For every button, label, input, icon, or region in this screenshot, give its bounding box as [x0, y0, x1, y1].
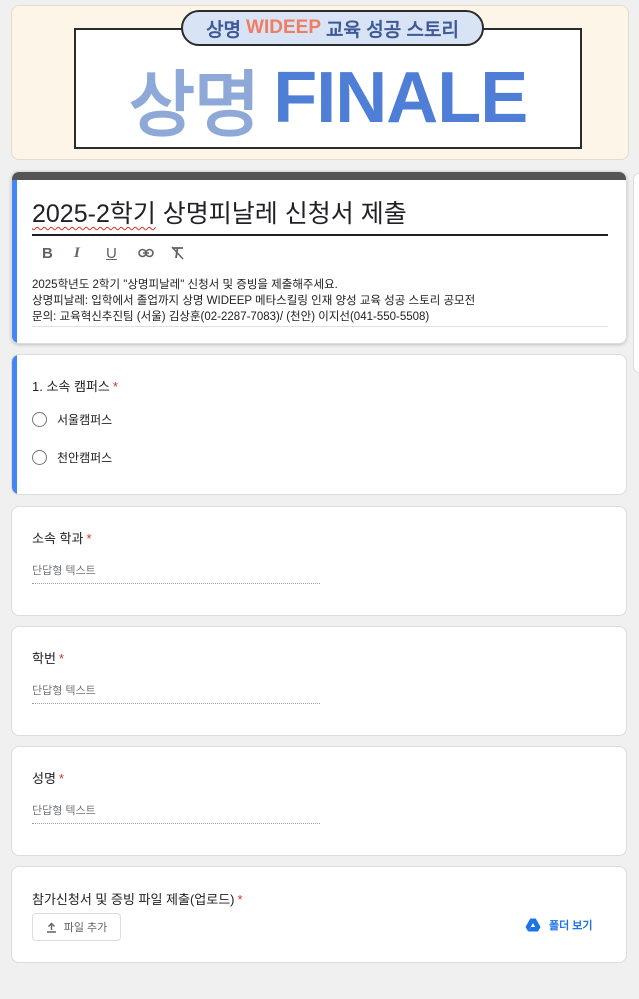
required-mark: *: [237, 892, 243, 907]
banner-title-ko: 상명: [128, 65, 260, 146]
question-title: 학번 *: [32, 648, 64, 667]
add-file-label: 파일 추가: [63, 922, 108, 934]
form-editor-page: 상명 WIDEEP 교육 성공 스토리 상명 FINALE 2025-2학기 상…: [0, 0, 639, 999]
underline-icon: U: [106, 244, 117, 262]
radio-option-cheonan[interactable]: 천안캠퍼스: [32, 449, 112, 466]
short-answer-input[interactable]: [32, 798, 320, 824]
short-answer-input[interactable]: [32, 678, 320, 704]
question-label: 참가신청서 및 증빙 파일 제출(업로드): [32, 892, 235, 907]
banner-subtitle-pre: 상명: [206, 19, 242, 41]
banner-title: 상명 FINALE: [74, 58, 582, 146]
upload-icon: [46, 922, 56, 933]
required-mark: *: [58, 651, 64, 666]
bold-button[interactable]: B: [32, 242, 64, 264]
question-card-department[interactable]: 소속 학과 *: [11, 506, 627, 616]
view-folder-label: 폴더 보기: [549, 920, 593, 932]
banner-subtitle-accent: WIDEEP: [246, 17, 321, 38]
question-label: 소속 학과: [32, 531, 84, 546]
question-title: 참가신청서 및 증빙 파일 제출(업로드) *: [32, 889, 243, 908]
link-button[interactable]: [128, 242, 160, 264]
theme-top-bar: [12, 172, 626, 180]
active-card-indicator: [12, 355, 17, 494]
radio-option-seoul[interactable]: 서울캠퍼스: [32, 411, 112, 428]
description-line: 문의: 교육혁신추진팀 (서울) 김상훈(02-2287-7083)/ (천안)…: [32, 311, 430, 323]
banner-title-en: FINALE: [273, 58, 528, 138]
form-title-input[interactable]: 2025-2학기 상명피날레 신청서 제출: [32, 196, 608, 236]
question-card-name[interactable]: 성명 *: [11, 746, 627, 856]
italic-icon: I: [74, 244, 80, 261]
question-label: 성명: [32, 771, 56, 786]
radio-label: 서울캠퍼스: [57, 413, 113, 427]
question-title: 성명 *: [32, 768, 64, 787]
radio-button[interactable]: [32, 412, 47, 427]
description-line: 2025학년도 2학기 "상명피날레" 신청서 및 증빙을 제출해주세요.: [32, 279, 338, 291]
short-answer-input[interactable]: [32, 558, 320, 584]
question-title: 소속 학과 *: [32, 528, 92, 547]
required-mark: *: [58, 771, 64, 786]
header-banner: 상명 WIDEEP 교육 성공 스토리 상명 FINALE: [11, 5, 629, 160]
radio-label: 천안캠퍼스: [57, 451, 113, 465]
add-file-button[interactable]: 파일 추가: [32, 913, 121, 941]
description-line: 상명피날레: 입학에서 졸업까지 상명 WIDEEP 메타스킬링 인재 양성 교…: [32, 295, 476, 307]
italic-button[interactable]: I: [64, 242, 96, 264]
bold-icon: B: [42, 244, 53, 262]
google-drive-icon: [525, 918, 541, 932]
required-mark: *: [86, 531, 92, 546]
link-icon: [138, 248, 154, 258]
form-title-rest: 상명피날레 신청서 제출: [155, 200, 407, 228]
question-title: 1. 소속 캠퍼스 *: [32, 376, 118, 395]
form-title-misspelled: 2025-2학기: [32, 200, 156, 228]
question-card-student-id[interactable]: 학번 *: [11, 626, 627, 736]
question-label: 학번: [32, 651, 56, 666]
view-folder-link[interactable]: 폴더 보기: [525, 917, 593, 933]
banner-subtitle: 상명 WIDEEP 교육 성공 스토리: [181, 10, 484, 46]
banner-subtitle-post: 교육 성공 스토리: [326, 19, 459, 41]
text-format-toolbar: B I U: [32, 242, 192, 264]
floating-toolbar-edge[interactable]: [633, 173, 639, 373]
radio-button[interactable]: [32, 450, 47, 465]
form-description[interactable]: 2025학년도 2학기 "상명피날레" 신청서 및 증빙을 제출해주세요. 상명…: [32, 277, 608, 327]
question-card-upload[interactable]: 참가신청서 및 증빙 파일 제출(업로드) * 파일 추가 폴더 보기: [11, 866, 627, 963]
question-card-campus[interactable]: 1. 소속 캠퍼스 * 서울캠퍼스 천안캠퍼스: [11, 354, 627, 495]
underline-button[interactable]: U: [96, 242, 128, 264]
clear-format-icon: [171, 246, 184, 260]
clear-format-button[interactable]: [160, 242, 192, 264]
active-card-indicator: [12, 180, 17, 343]
form-title-card[interactable]: 2025-2학기 상명피날레 신청서 제출 B I U 2025학년도 2학기 …: [11, 171, 627, 344]
question-label: 1. 소속 캠퍼스: [32, 379, 110, 394]
required-mark: *: [112, 379, 118, 394]
